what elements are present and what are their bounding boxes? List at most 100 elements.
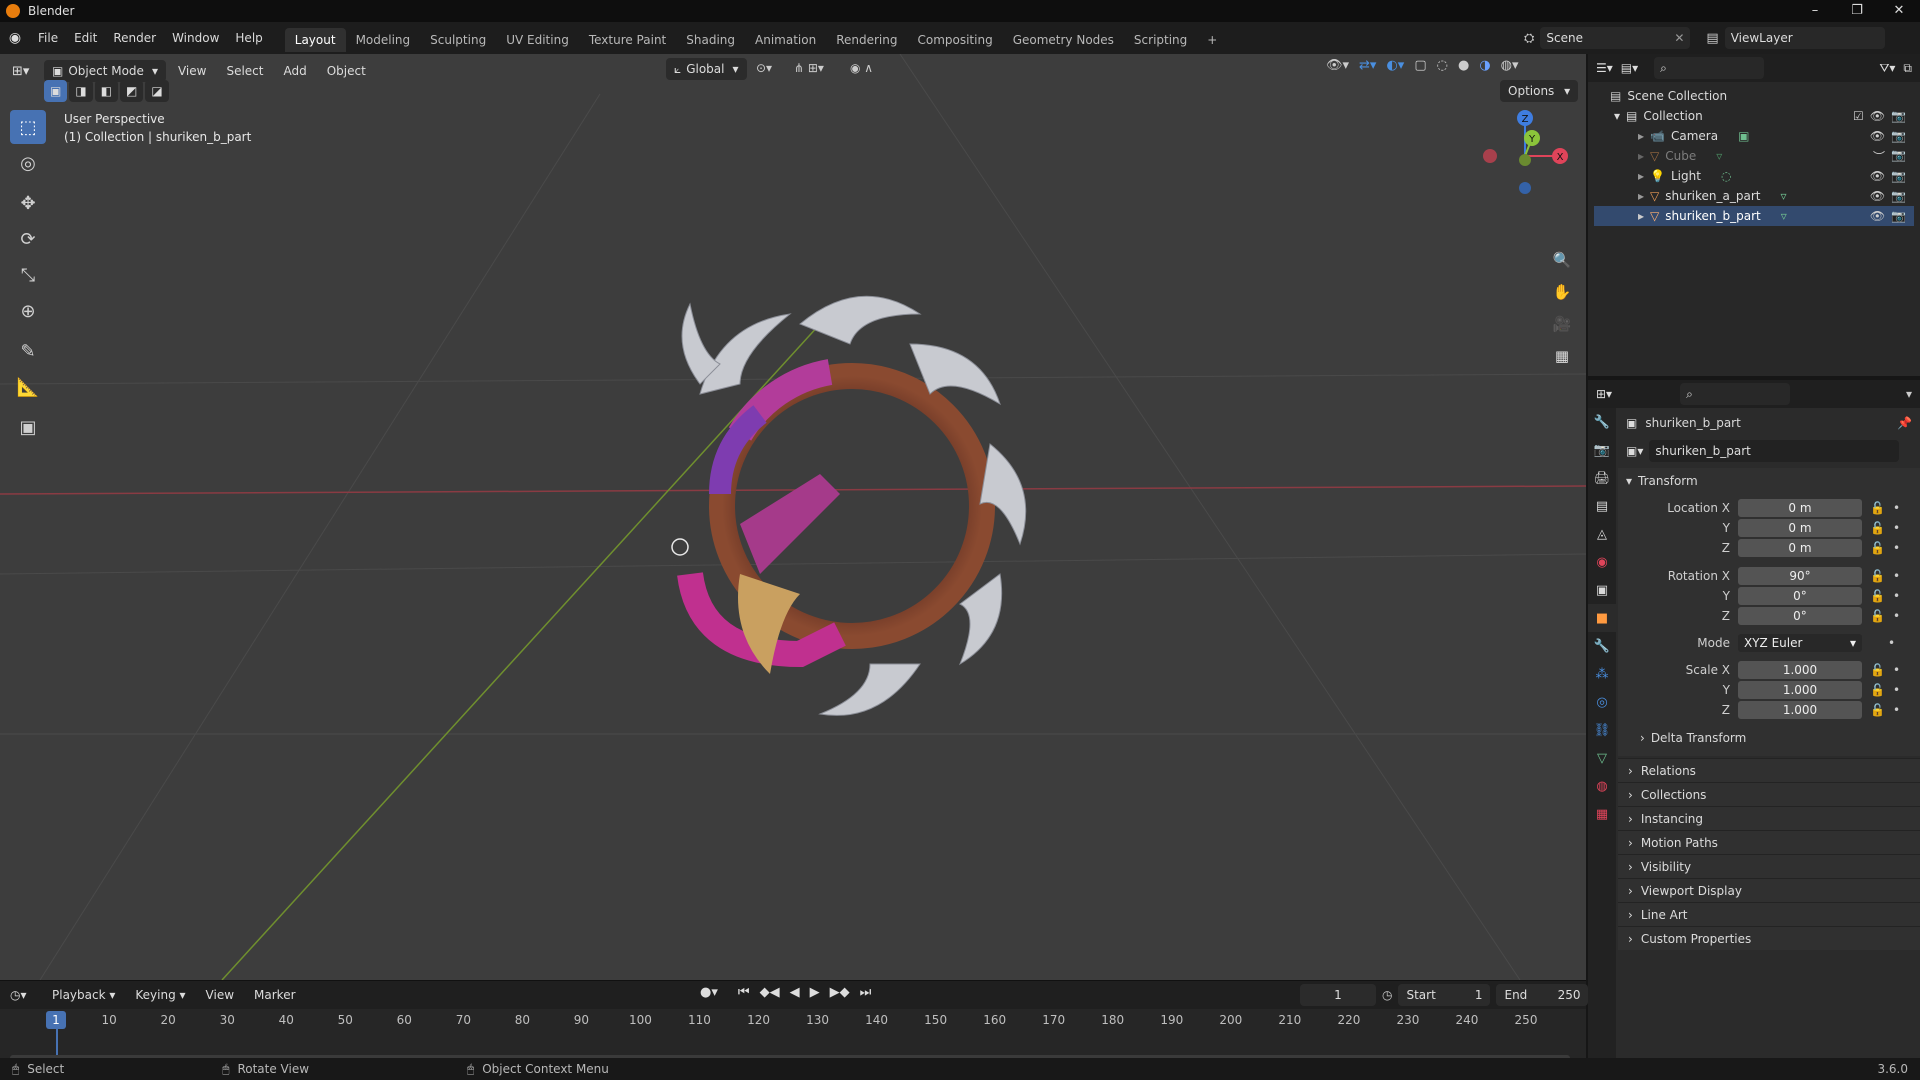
world-tab-icon[interactable]: ◉: [1588, 548, 1616, 576]
rotate-tool[interactable]: ⟳: [10, 222, 46, 256]
lock-icon[interactable]: 🔓: [1870, 589, 1885, 603]
output-tab-icon[interactable]: 🖨: [1588, 464, 1616, 492]
play-icon[interactable]: ▶: [810, 985, 820, 1000]
add-workspace-button[interactable]: +: [1197, 28, 1227, 52]
annotate-tool[interactable]: ✎: [10, 334, 46, 368]
expand-arrow-icon[interactable]: ▸: [1638, 209, 1644, 223]
outliner-item-shuriken-b[interactable]: ▸ ▽ shuriken_b_part ▿ 👁 📷: [1594, 206, 1914, 226]
scene-icon[interactable]: ⛭: [1524, 31, 1534, 46]
material-shading-icon[interactable]: ◑: [1479, 58, 1490, 73]
select-box-tool[interactable]: ⬚: [10, 110, 46, 144]
jump-end-icon[interactable]: ⏭: [860, 985, 872, 1000]
pin-icon[interactable]: 📌: [1897, 416, 1912, 430]
view-layer-field[interactable]: ViewLayer: [1724, 27, 1885, 49]
select-new-icon[interactable]: ▣: [44, 80, 68, 102]
expand-arrow-icon[interactable]: ▸: [1638, 149, 1644, 163]
move-tool[interactable]: ✥: [10, 186, 46, 220]
rotation-z-field[interactable]: 0°: [1738, 607, 1862, 625]
new-collection-icon[interactable]: ⧉: [1903, 61, 1912, 76]
location-z-field[interactable]: 0 m: [1738, 539, 1862, 557]
eye-icon[interactable]: 👁: [1870, 109, 1885, 123]
play-reverse-icon[interactable]: ◀: [790, 985, 800, 1000]
scene-field[interactable]: Scene ✕: [1540, 27, 1691, 49]
close-button[interactable]: ✕: [1878, 0, 1920, 22]
lock-icon[interactable]: 🔓: [1870, 683, 1885, 697]
prev-keyframe-icon[interactable]: ◆◀: [760, 985, 780, 1000]
scene-collection-row[interactable]: ▤ Scene Collection: [1594, 86, 1914, 106]
gizmo-toggle-icon[interactable]: ⇄▾: [1359, 58, 1376, 73]
visibility-panel[interactable]: › Visibility: [1618, 854, 1920, 878]
grid-perspective-icon[interactable]: ▦: [1548, 342, 1576, 370]
navigation-gizmo[interactable]: Z X Y: [1480, 104, 1570, 194]
end-frame-field[interactable]: End 250: [1496, 984, 1589, 1006]
menu-object[interactable]: Object: [319, 60, 374, 82]
wireframe-shading-icon[interactable]: ◌: [1437, 58, 1448, 73]
camera-render-icon[interactable]: 📷: [1891, 148, 1906, 165]
menu-file[interactable]: File: [30, 22, 66, 54]
menu-select[interactable]: Select: [218, 60, 271, 82]
data-tab-icon[interactable]: ▽: [1588, 744, 1616, 772]
relations-panel[interactable]: › Relations: [1618, 758, 1920, 782]
3d-viewport[interactable]: ⊞▾ ▣ Object Mode ▾ View Select Add Objec…: [0, 54, 1586, 980]
scale-x-field[interactable]: 1.000: [1738, 661, 1862, 679]
menu-edit[interactable]: Edit: [66, 22, 105, 54]
next-keyframe-icon[interactable]: ▶◆: [830, 985, 850, 1000]
tab-rendering[interactable]: Rendering: [826, 28, 907, 52]
eye-icon[interactable]: 👁: [1870, 209, 1885, 223]
menu-keying[interactable]: Keying ▾: [127, 984, 193, 1006]
menu-help[interactable]: Help: [227, 22, 270, 54]
menu-add[interactable]: Add: [275, 60, 314, 82]
object-tab-icon[interactable]: ■: [1588, 604, 1616, 632]
select-extend-icon[interactable]: ◨: [69, 80, 93, 102]
tab-uv-editing[interactable]: UV Editing: [496, 28, 579, 52]
camera-view-icon[interactable]: 🎥: [1548, 310, 1576, 338]
material-tab-icon[interactable]: ◍: [1588, 772, 1616, 800]
collection-row[interactable]: ▾ ▤ Collection ☑ 👁 📷: [1594, 106, 1914, 126]
outliner-item-cube[interactable]: ▸ ▽ Cube ▿ ︶ 📷: [1594, 146, 1914, 166]
select-subtract-icon[interactable]: ◧: [94, 80, 119, 102]
tab-shading[interactable]: Shading: [676, 28, 745, 52]
eye-hidden-icon[interactable]: ︶: [1873, 148, 1885, 165]
measure-tool[interactable]: 📐: [10, 370, 46, 404]
expand-arrow-icon[interactable]: ▾: [1614, 109, 1620, 123]
editor-type-icon[interactable]: ◷▾: [10, 988, 40, 1002]
keyframe-dot-icon[interactable]: •: [1893, 589, 1900, 603]
editor-type-icon[interactable]: ⊞▾: [12, 64, 40, 79]
custom-properties-panel[interactable]: › Custom Properties: [1618, 926, 1920, 950]
menu-render[interactable]: Render: [105, 22, 164, 54]
camera-render-icon[interactable]: 📷: [1891, 129, 1906, 143]
checkbox-icon[interactable]: ☑: [1853, 109, 1864, 123]
scale-y-field[interactable]: 1.000: [1738, 681, 1862, 699]
location-y-field[interactable]: 0 m: [1738, 519, 1862, 537]
outliner-item-shuriken-a[interactable]: ▸ ▽ shuriken_a_part ▿ 👁 📷: [1594, 186, 1914, 206]
tab-texture-paint[interactable]: Texture Paint: [579, 28, 676, 52]
properties-search-input[interactable]: ⌕: [1680, 383, 1791, 405]
blender-menu-icon[interactable]: ◉: [0, 30, 30, 46]
menu-timeline-view[interactable]: View: [198, 984, 242, 1006]
visibility-icon[interactable]: 👁▾: [1326, 58, 1349, 73]
collections-panel[interactable]: › Collections: [1618, 782, 1920, 806]
hand-pan-icon[interactable]: ✋: [1548, 278, 1576, 306]
keyframe-dot-icon[interactable]: •: [1893, 703, 1900, 717]
solid-shading-icon[interactable]: ●: [1458, 58, 1469, 73]
rendered-shading-icon[interactable]: ◍▾: [1501, 58, 1519, 73]
zoom-icon[interactable]: 🔍: [1548, 246, 1576, 274]
lock-icon[interactable]: 🔓: [1870, 609, 1885, 623]
outliner-search-input[interactable]: ⌕: [1654, 57, 1765, 79]
timer-icon[interactable]: ◷: [1382, 988, 1392, 1002]
snap-icon[interactable]: ⋔ ⊞▾: [794, 61, 824, 75]
editor-type-icon[interactable]: ⊞▾: [1596, 387, 1612, 401]
keyframe-dot-icon[interactable]: •: [1893, 683, 1900, 697]
texture-tab-icon[interactable]: ▦: [1588, 800, 1616, 828]
menu-view[interactable]: View: [170, 60, 214, 82]
menu-playback[interactable]: Playback ▾: [44, 984, 123, 1006]
view-layer-tab-icon[interactable]: ▤: [1588, 492, 1616, 520]
camera-render-icon[interactable]: 📷: [1891, 189, 1906, 203]
cursor-tool[interactable]: ◎: [10, 146, 46, 180]
tab-geometry-nodes[interactable]: Geometry Nodes: [1003, 28, 1124, 52]
tab-scripting[interactable]: Scripting: [1124, 28, 1197, 52]
rotation-x-field[interactable]: 90°: [1738, 567, 1862, 585]
lock-icon[interactable]: 🔓: [1870, 569, 1885, 583]
rotation-mode-dropdown[interactable]: XYZ Euler ▾: [1738, 634, 1862, 652]
tab-sculpting[interactable]: Sculpting: [420, 28, 496, 52]
